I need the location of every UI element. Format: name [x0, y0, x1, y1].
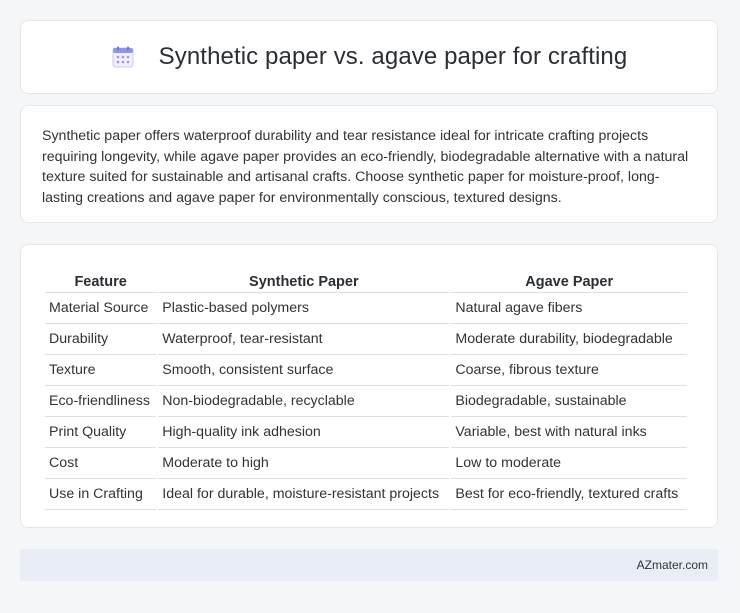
- table-cell-feature: Material Source: [45, 293, 157, 324]
- table-header-row: Feature Synthetic Paper Agave Paper: [45, 265, 687, 293]
- calendar-icon: [111, 45, 135, 69]
- table-cell-agave: Natural agave fibers: [451, 293, 687, 324]
- title-card: Synthetic paper vs. agave paper for craf…: [20, 20, 718, 94]
- comparison-table: Feature Synthetic Paper Agave Paper Mate…: [43, 265, 689, 510]
- table-cell-synthetic: High-quality ink adhesion: [158, 417, 450, 448]
- table-cell-agave: Best for eco-friendly, textured crafts: [451, 479, 687, 510]
- column-header-synthetic-paper: Synthetic Paper: [158, 265, 450, 293]
- table-cell-feature: Texture: [45, 355, 157, 386]
- table-cell-feature: Durability: [45, 324, 157, 355]
- table-cell-agave: Coarse, fibrous texture: [451, 355, 687, 386]
- page-title: Synthetic paper vs. agave paper for craf…: [158, 43, 628, 70]
- summary-card: Synthetic paper offers waterproof durabi…: [20, 105, 718, 223]
- table-cell-synthetic: Smooth, consistent surface: [158, 355, 450, 386]
- footer: AZmater.com: [20, 549, 718, 581]
- table-cell-synthetic: Ideal for durable, moisture-resistant pr…: [158, 479, 450, 510]
- table-cell-feature: Cost: [45, 448, 157, 479]
- column-header-agave-paper: Agave Paper: [451, 265, 687, 293]
- summary-text: Synthetic paper offers waterproof durabi…: [42, 128, 689, 206]
- table-cell-agave: Low to moderate: [451, 448, 687, 479]
- table-row: Durability Waterproof, tear-resistant Mo…: [45, 324, 687, 355]
- table-cell-agave: Moderate durability, biodegradable: [451, 324, 687, 355]
- table-card: Feature Synthetic Paper Agave Paper Mate…: [20, 244, 718, 528]
- table-cell-synthetic: Moderate to high: [158, 448, 450, 479]
- table-row: Eco-friendliness Non-biodegradable, recy…: [45, 386, 687, 417]
- table-cell-feature: Use in Crafting: [45, 479, 157, 510]
- table-cell-agave: Biodegradable, sustainable: [451, 386, 687, 417]
- table-cell-feature: Eco-friendliness: [45, 386, 157, 417]
- table-row: Use in Crafting Ideal for durable, moist…: [45, 479, 687, 510]
- table-cell-synthetic: Waterproof, tear-resistant: [158, 324, 450, 355]
- table-row: Material Source Plastic-based polymers N…: [45, 293, 687, 324]
- table-cell-synthetic: Non-biodegradable, recyclable: [158, 386, 450, 417]
- table-cell-agave: Variable, best with natural inks: [451, 417, 687, 448]
- table-cell-feature: Print Quality: [45, 417, 157, 448]
- table-row: Print Quality High-quality ink adhesion …: [45, 417, 687, 448]
- table-row: Cost Moderate to high Low to moderate: [45, 448, 687, 479]
- table-row: Texture Smooth, consistent surface Coars…: [45, 355, 687, 386]
- column-header-feature: Feature: [45, 265, 157, 293]
- table-cell-synthetic: Plastic-based polymers: [158, 293, 450, 324]
- footer-brand: AZmater.com: [636, 558, 708, 572]
